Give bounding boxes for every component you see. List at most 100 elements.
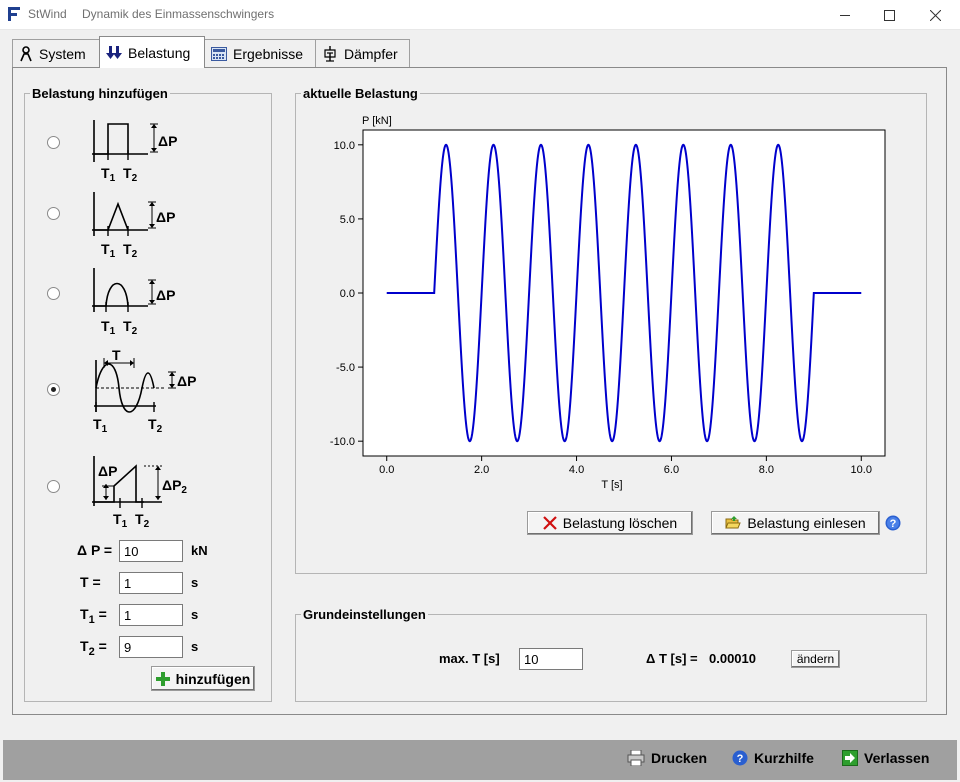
svg-text:ΔP2: ΔP2 xyxy=(162,477,187,496)
load-chart: P [kN] T [s] 0.0 2.0 4.0 6.0 8.0 10.0 10.0 5.0 0… xyxy=(330,115,886,491)
import-load-button[interactable]: Belastung einlesen xyxy=(711,511,880,535)
y-tick-label: -10.0 xyxy=(330,436,355,448)
app-name: StWind xyxy=(28,7,67,21)
import-load-button-label: Belastung einlesen xyxy=(747,515,866,531)
x-tick-label: 10.0 xyxy=(851,464,872,476)
quick-help-button-label: Kurzhilfe xyxy=(754,750,814,766)
load-type-rectangle-radio[interactable] xyxy=(47,136,60,149)
dp-label: Δ P = xyxy=(77,542,113,558)
minimize-icon xyxy=(839,14,850,16)
printer-icon xyxy=(627,750,645,766)
chart-xlabel: T [s] xyxy=(601,479,622,491)
rect-dp-label: ΔP xyxy=(158,133,177,149)
svg-text:T2: T2 xyxy=(135,511,150,530)
load-type-ramp-radio[interactable] xyxy=(47,480,60,493)
rectangle-load-icon: ΔP T1 T2 xyxy=(92,120,177,184)
red-x-icon xyxy=(543,516,557,530)
x-tick-label: 2.0 xyxy=(474,464,489,476)
t2-unit: s xyxy=(191,639,199,654)
sine-load-icon: T ΔP T1 T2 xyxy=(93,347,196,434)
print-button-label: Drucken xyxy=(651,750,708,766)
add-load-button[interactable]: hinzufügen xyxy=(151,666,255,691)
svg-text:T2: T2 xyxy=(123,165,138,184)
chart-ylabel: P [kN] xyxy=(362,115,392,127)
t2-input[interactable] xyxy=(119,636,183,658)
add-load-button-label: hinzufügen xyxy=(175,670,251,687)
dt-label: Δ T [s] = xyxy=(646,651,698,666)
help-icon: ? xyxy=(732,750,748,766)
window-title: Dynamik des Einmassenschwingers xyxy=(82,7,275,21)
tab-belastung-label: Belastung xyxy=(128,44,191,61)
print-button[interactable]: Drucken xyxy=(627,750,707,766)
calculator-icon xyxy=(211,46,227,61)
svg-text:T: T xyxy=(112,347,121,363)
exit-button[interactable]: Verlassen xyxy=(842,750,929,766)
svg-text:?: ? xyxy=(737,753,744,765)
load-type-triangle-radio[interactable] xyxy=(47,207,60,220)
y-tick-label: 5.0 xyxy=(340,214,355,226)
svg-text:ΔP: ΔP xyxy=(98,463,117,479)
svg-text:ΔP: ΔP xyxy=(156,287,175,303)
x-tick-label: 4.0 xyxy=(569,464,584,476)
y-tick-label: 10.0 xyxy=(334,140,355,152)
current-load-legend: aktuelle Belastung xyxy=(303,86,418,101)
dt-value: 0.00010 xyxy=(709,651,756,666)
double-arrow-down-icon xyxy=(106,45,122,59)
t-unit: s xyxy=(191,575,199,590)
t1-input[interactable] xyxy=(119,604,183,626)
max-t-input[interactable] xyxy=(519,648,583,670)
t1-label: T1 = xyxy=(80,606,107,626)
add-load-legend: Belastung hinzufügen xyxy=(32,86,168,101)
minimize-button[interactable] xyxy=(822,0,868,30)
quick-help-button[interactable]: ? Kurzhilfe xyxy=(732,750,814,766)
tab-system-label: System xyxy=(39,45,86,62)
svg-text:T2: T2 xyxy=(123,318,138,336)
folder-open-icon xyxy=(725,516,742,529)
half-sine-load-icon: ΔP T1 T2 xyxy=(92,268,175,336)
t-input[interactable] xyxy=(119,572,183,594)
max-t-label: max. T [s] xyxy=(439,651,500,666)
t-label: T = xyxy=(80,574,101,590)
y-tick-label: -5.0 xyxy=(336,362,355,374)
svg-text:T1: T1 xyxy=(101,318,116,336)
damper-icon xyxy=(324,45,336,62)
svg-text:T2: T2 xyxy=(123,241,138,258)
x-tick-label: 0.0 xyxy=(379,464,394,476)
change-dt-button-label: ändern xyxy=(796,652,835,666)
load-type-sine-radio[interactable] xyxy=(47,383,60,396)
exit-button-label: Verlassen xyxy=(864,750,930,766)
maximize-icon xyxy=(883,9,895,21)
tab-daempfer[interactable]: Dämpfer xyxy=(315,39,410,67)
tab-system[interactable]: System xyxy=(12,39,100,67)
close-button[interactable] xyxy=(912,0,958,30)
help-icon[interactable]: ? xyxy=(885,515,901,531)
maximize-button[interactable] xyxy=(866,0,912,30)
tab-belastung[interactable]: Belastung xyxy=(99,36,205,68)
y-tick-label: 0.0 xyxy=(340,288,355,300)
tab-ergebnisse[interactable]: Ergebnisse xyxy=(204,39,316,67)
app-logo-icon xyxy=(8,7,20,21)
t1-unit: s xyxy=(191,607,199,622)
close-icon xyxy=(929,9,941,21)
settings-legend: Grundeinstellungen xyxy=(303,607,426,622)
svg-text:ΔP: ΔP xyxy=(156,209,175,225)
delete-load-button-label: Belastung löschen xyxy=(562,515,678,531)
plus-icon xyxy=(155,671,170,686)
x-tick-label: 6.0 xyxy=(664,464,679,476)
delete-load-button[interactable]: Belastung löschen xyxy=(527,511,693,535)
t2-label: T2 = xyxy=(80,638,107,658)
svg-text:T1: T1 xyxy=(101,165,116,184)
change-dt-button[interactable]: ändern xyxy=(791,650,840,668)
svg-text:ΔP: ΔP xyxy=(177,373,196,389)
svg-text:T1: T1 xyxy=(101,241,116,258)
dp-input[interactable] xyxy=(119,540,183,562)
tab-daempfer-label: Dämpfer xyxy=(344,45,398,62)
x-tick-label: 8.0 xyxy=(759,464,774,476)
triangle-load-icon: ΔP T1 T2 xyxy=(92,192,175,258)
person-icon xyxy=(20,45,32,61)
svg-text:T2: T2 xyxy=(148,416,163,434)
svg-text:?: ? xyxy=(890,518,897,530)
exit-icon xyxy=(842,750,858,766)
bottom-toolbar: Drucken ? Kurzhilfe Verlassen xyxy=(3,740,957,780)
load-type-half-sine-radio[interactable] xyxy=(47,287,60,300)
